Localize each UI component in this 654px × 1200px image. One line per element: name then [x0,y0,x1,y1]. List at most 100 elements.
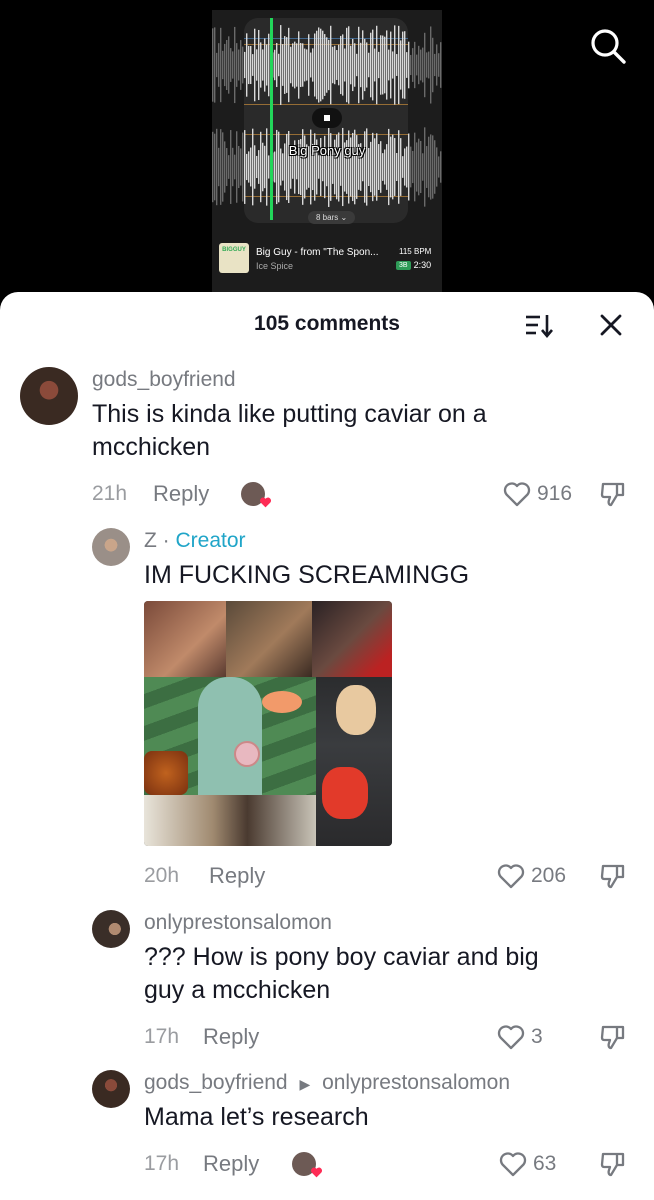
waveform-bar [376,25,378,105]
waveform-bar [382,35,384,95]
reply-button[interactable]: Reply [203,1151,259,1177]
waveform-bar [258,29,260,101]
waveform-bar [222,50,224,80]
song-title[interactable]: Big Guy - from "The Spon... [256,247,379,258]
reply-to-username[interactable]: onlyprestonsalomon [322,1071,510,1094]
comments-sheet: 105 comments gods_boyfriend This is kind… [0,292,654,1200]
comment-time: 21h [92,482,128,505]
dislike-icon[interactable] [599,1023,627,1051]
collage-figure [144,751,188,795]
bars-selector[interactable]: 8 bars ⌄ [308,211,356,224]
avatar[interactable] [92,528,130,566]
waveform-bar [410,54,412,76]
waveform-bar [256,49,258,81]
waveform-bar [398,25,400,105]
dislike-icon[interactable] [599,862,627,890]
avatar[interactable] [20,367,78,425]
sort-button[interactable] [524,313,554,339]
waveform-bar [234,154,236,180]
heart-outline-icon [499,1152,527,1177]
reply-button[interactable]: Reply [153,481,209,507]
waveform-bar [248,45,250,85]
close-button[interactable] [598,312,624,338]
waveform-bar [318,27,320,103]
reply-button[interactable]: Reply [209,863,265,889]
waveform-bar [428,51,430,79]
waveform-bar [228,36,230,94]
video-player[interactable]: Big Pony guy 8 bars ⌄ BIGGUY Big Guy - f… [0,0,654,300]
waveform-bar [218,43,220,87]
waveform-bar [414,41,416,89]
comment-text-line: ??? How is pony boy caviar and big [144,943,539,971]
waveform-bar [256,155,258,179]
comment-username[interactable]: Z [144,529,157,552]
waveform-bar [416,54,418,76]
dislike-icon[interactable] [599,480,627,508]
stop-button[interactable] [312,108,342,128]
waveform-bar [316,30,318,100]
waveform-bar [348,130,350,204]
comment-username-row: gods_boyfriend ▶ onlyprestonsalomon [144,1071,510,1095]
comment-text-line: guy a mcchicken [144,976,331,1004]
waveform-bar [402,156,404,178]
heart-icon [259,497,272,508]
song-bpm: 115 BPM [399,247,432,256]
waveform-bar [338,44,340,86]
avatar[interactable] [92,1070,130,1108]
waveform-bar [220,129,222,205]
waveform-bar [380,35,382,95]
waveform-bar [398,130,400,204]
like-button[interactable]: 206 [497,863,566,889]
waveform-bar [246,33,248,97]
comment-time: 17h [144,1025,180,1048]
reply-button[interactable]: Reply [203,1024,259,1050]
waveform-bar [334,45,336,85]
comment-username[interactable]: gods_boyfriend [144,1071,288,1094]
sort-icon [526,315,553,339]
search-button[interactable] [588,26,628,66]
waveform-bar [344,48,346,82]
waveform-bar [426,52,428,78]
like-count: 63 [533,1152,557,1175]
waveform-bar [354,129,356,205]
waveform-bar [330,25,332,105]
waveform-bar [220,27,222,103]
waveform-bar [286,37,288,93]
waveform-bar [242,46,244,84]
like-count: 3 [531,1025,543,1048]
song-duration: 2:30 [413,260,432,270]
comment-image-collage[interactable] [144,601,392,846]
waveform-bar [434,53,436,77]
comment-text-line: Mama let’s research [144,1103,369,1131]
waveform-bar [244,130,246,204]
waveform-bar [250,45,252,85]
waveform-bar [378,51,380,79]
comment-username[interactable]: onlyprestonsalomon [144,911,332,935]
album-art[interactable]: BIGGUY [219,243,249,273]
waveform-bar [354,43,356,87]
waveform-bar [312,48,314,82]
waveform-bar [296,154,298,180]
waveform-bar [346,27,348,103]
heart-outline-icon [497,864,525,889]
like-button[interactable]: 63 [499,1151,556,1177]
playhead[interactable] [270,18,273,220]
waveform-bar [280,25,282,105]
waveform-bar [306,49,308,81]
heart-icon [310,1167,323,1178]
waveform-bar [352,38,354,92]
comment-username[interactable]: gods_boyfriend [92,368,236,392]
waveform-bar [324,34,326,96]
waveform-bar [364,38,366,92]
avatar[interactable] [92,910,130,948]
waveform-bar [348,26,350,104]
video-frame[interactable]: Big Pony guy 8 bars ⌄ BIGGUY Big Guy - f… [212,10,442,292]
waveform-bar [408,41,410,89]
waveform-bar [266,128,268,206]
dislike-icon[interactable] [599,1150,627,1178]
collage-image [226,601,312,677]
like-button[interactable]: 916 [503,481,572,507]
comment-text-line: IM FUCKING SCREAMINGG [144,561,470,589]
waveform-top [212,25,442,105]
like-button[interactable]: 3 [497,1024,543,1050]
